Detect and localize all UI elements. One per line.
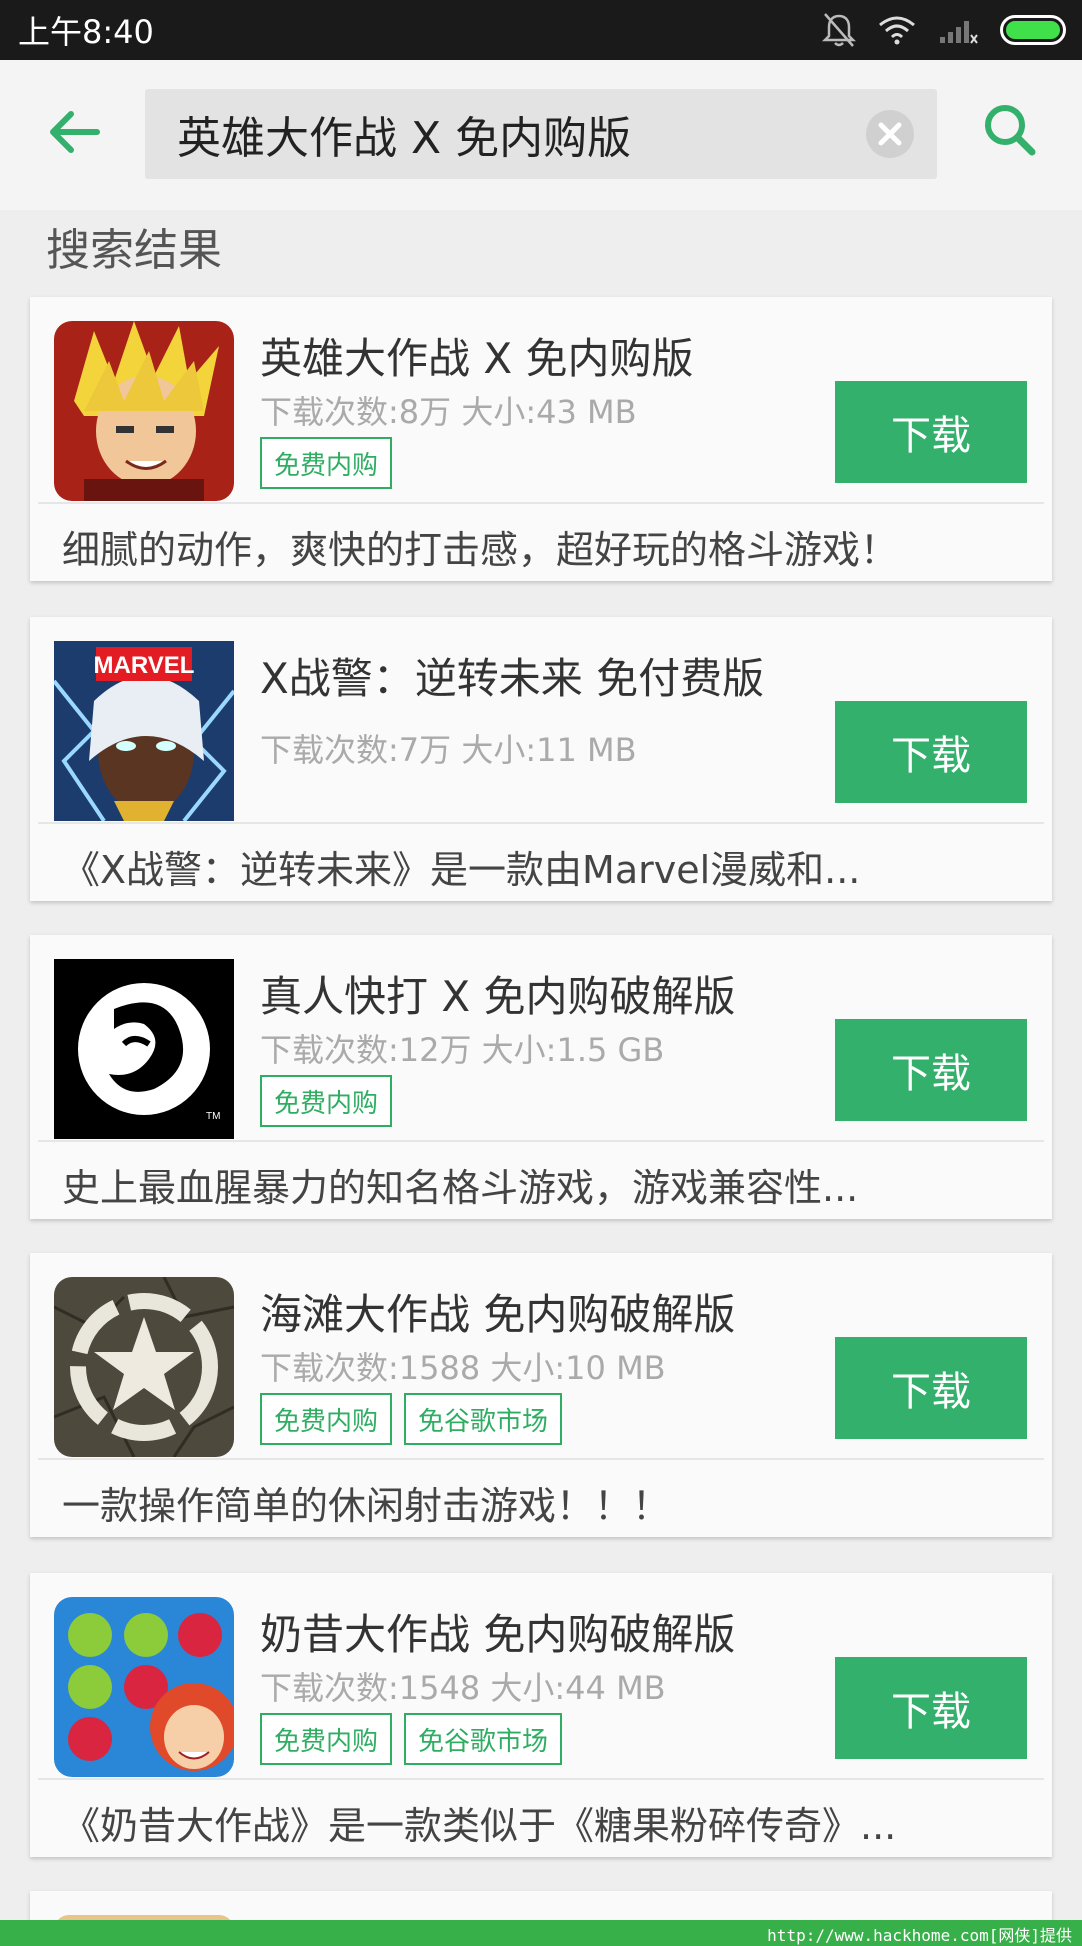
app-meta: 下载次数:7万 大小:11 MB — [260, 731, 637, 769]
app-description: 史上最血腥暴力的知名格斗游戏，游戏兼容性... — [62, 1166, 859, 1210]
card-divider — [38, 822, 1044, 824]
signal-icon — [940, 21, 978, 44]
search-icon — [985, 105, 1036, 156]
download-button[interactable]: 下载 — [835, 701, 1027, 803]
app-tags: 免费内购 免谷歌市场 — [260, 1393, 563, 1445]
battery-level — [1006, 21, 1060, 39]
clear-icon — [866, 110, 914, 158]
app-meta: 下载次数:1548 大小:44 MB — [260, 1669, 666, 1707]
tag-label: 免谷歌市场 — [404, 1393, 563, 1445]
download-button[interactable]: 下载 — [835, 1337, 1027, 1439]
download-button[interactable]: 下载 — [835, 1019, 1027, 1121]
tag-label: 免费内购 — [260, 1393, 393, 1445]
search-app-bar: 英雄大作战 X 免内购版 — [0, 60, 1082, 210]
app-meta: 下载次数:12万 大小:1.5 GB — [260, 1031, 665, 1069]
search-query-text: 英雄大作战 X 免内购版 — [177, 113, 632, 164]
clear-search-button[interactable] — [865, 109, 915, 159]
app-icon-mortal-kombat: TM — [54, 959, 234, 1139]
app-title: 奶昔大作战 免内购破解版 — [260, 1610, 736, 1659]
search-button[interactable] — [980, 100, 1040, 160]
tag-label: 免谷歌市场 — [404, 1713, 563, 1765]
status-bar: 上午8:40 — [0, 0, 1082, 60]
card-divider — [38, 1458, 1044, 1460]
result-card[interactable]: 海滩大作战 免内购破解版 下载次数:1588 大小:10 MB 免费内购 免谷歌… — [30, 1253, 1052, 1537]
download-button[interactable]: 下载 — [835, 1657, 1027, 1759]
section-title: 搜索结果 — [46, 225, 222, 276]
app-title: X战警：逆转未来 免付费版 — [260, 654, 765, 703]
result-card[interactable]: MARVEL X战警：逆转未来 免付费版 下载次数:7万 大小:11 MB 下载… — [30, 617, 1052, 901]
mute-bell-icon — [822, 13, 856, 47]
app-title: 真人快打 X 免内购破解版 — [260, 972, 736, 1021]
tag-label: 免费内购 — [260, 437, 393, 489]
app-title: 海滩大作战 免内购破解版 — [260, 1290, 736, 1339]
search-input[interactable]: 英雄大作战 X 免内购版 — [145, 89, 937, 179]
tag-label: 免费内购 — [260, 1075, 393, 1127]
result-card[interactable]: TM 真人快打 X 免内购破解版 下载次数:12万 大小:1.5 GB 免费内购… — [30, 935, 1052, 1219]
svg-text:TM: TM — [206, 1111, 220, 1122]
card-divider — [38, 1778, 1044, 1780]
watermark-text: http://www.hackhome.com[网侠]提供 — [767, 1926, 1072, 1945]
status-time: 上午8:40 — [18, 13, 154, 51]
card-divider — [38, 1140, 1044, 1142]
tag-label: 免费内购 — [260, 1713, 393, 1765]
back-arrow-icon — [50, 111, 100, 153]
svg-text:MARVEL: MARVEL — [94, 652, 195, 679]
app-tags: 免费内购 — [260, 1075, 393, 1127]
app-description: 《奶昔大作战》是一款类似于《糖果粉碎传奇》... — [62, 1804, 897, 1848]
back-button[interactable] — [44, 102, 104, 162]
app-icon-milkshake-war — [54, 1597, 234, 1777]
wifi-icon — [879, 16, 915, 45]
card-divider — [38, 502, 1044, 504]
battery-icon — [1000, 15, 1066, 45]
app-icon-beach-war — [54, 1277, 234, 1457]
app-description: 细腻的动作，爽快的打击感，超好玩的格斗游戏！ — [62, 528, 899, 572]
app-tags: 免费内购 免谷歌市场 — [260, 1713, 563, 1765]
download-button[interactable]: 下载 — [835, 381, 1027, 483]
app-meta: 下载次数:1588 大小:10 MB — [260, 1349, 666, 1387]
app-description: 一款操作简单的休闲射击游戏！！！ — [62, 1484, 671, 1528]
app-description: 《X战警：逆转未来》是一款由Marvel漫威和... — [62, 848, 861, 892]
result-card[interactable]: 奶昔大作战 免内购破解版 下载次数:1548 大小:44 MB 免费内购 免谷歌… — [30, 1573, 1052, 1857]
app-icon-x-men: MARVEL — [54, 641, 234, 821]
status-icons — [822, 12, 1066, 48]
app-tags: 免费内购 — [260, 437, 393, 489]
app-meta: 下载次数:8万 大小:43 MB — [260, 393, 637, 431]
app-title: 英雄大作战 X 免内购版 — [260, 334, 694, 383]
app-icon-hero-fighter — [54, 321, 234, 501]
result-card[interactable]: 英雄大作战 X 免内购版 下载次数:8万 大小:43 MB 免费内购 下载 细腻… — [30, 297, 1052, 581]
